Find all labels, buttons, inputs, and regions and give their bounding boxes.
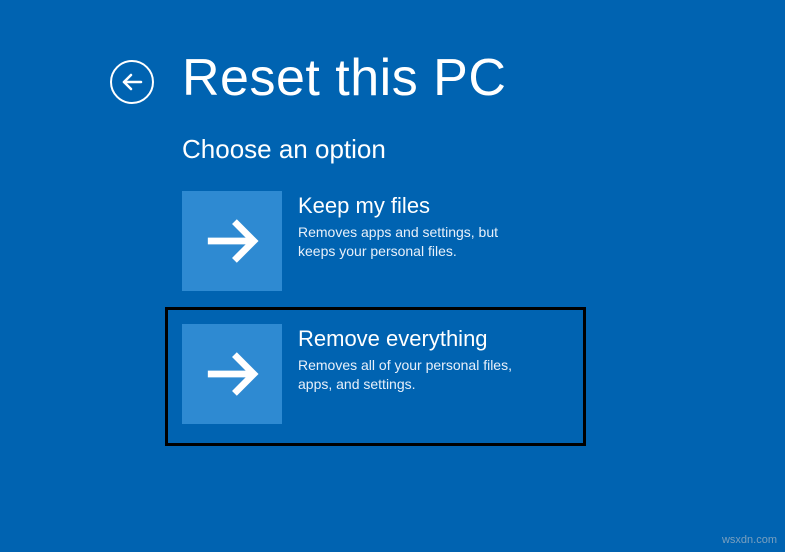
- option-title: Keep my files: [298, 193, 538, 219]
- option-tile: [182, 191, 282, 291]
- option-text: Keep my files Removes apps and settings,…: [298, 191, 538, 261]
- option-tile: [182, 324, 282, 424]
- option-text: Remove everything Removes all of your pe…: [298, 324, 538, 394]
- option-remove-everything[interactable]: Remove everything Removes all of your pe…: [165, 307, 586, 446]
- arrow-right-icon: [203, 345, 261, 403]
- subtitle: Choose an option: [182, 134, 785, 165]
- option-keep-my-files[interactable]: Keep my files Removes apps and settings,…: [182, 191, 607, 291]
- page-title: Reset this PC: [182, 48, 506, 108]
- option-description: Removes all of your personal files, apps…: [298, 356, 538, 394]
- option-description: Removes apps and settings, but keeps you…: [298, 223, 538, 261]
- arrow-right-icon: [203, 212, 261, 270]
- back-arrow-icon: [120, 70, 144, 94]
- option-title: Remove everything: [298, 326, 538, 352]
- watermark: wsxdn.com: [722, 534, 777, 546]
- back-button[interactable]: [110, 60, 154, 104]
